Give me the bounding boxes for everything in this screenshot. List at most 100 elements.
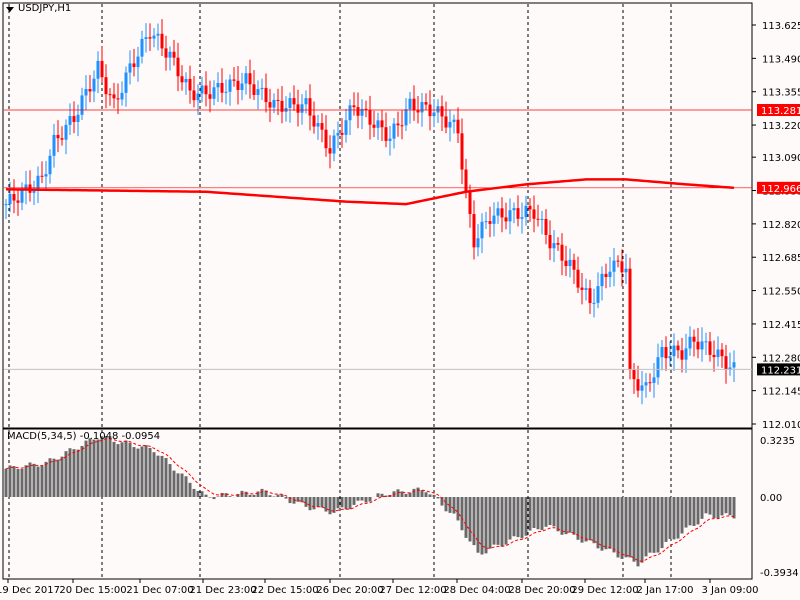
candle [344, 108, 348, 143]
candle [108, 88, 112, 106]
macd-bar [692, 497, 696, 526]
candle [328, 135, 332, 169]
macd-bar [76, 449, 80, 497]
time-tick: 28 Dec 04:00 [443, 585, 510, 596]
candle [164, 35, 168, 71]
macd-bar [196, 490, 200, 497]
candle [276, 88, 280, 115]
candle [368, 95, 372, 140]
time-axis: 19 Dec 2017 20 Dec 15:00 21 Dec 07:0021 De… [0, 579, 758, 596]
candle [700, 327, 704, 362]
macd-bar [624, 497, 628, 558]
candle [372, 110, 376, 137]
candle [432, 98, 436, 128]
macd-bar [4, 468, 8, 497]
candle [76, 104, 80, 137]
candle [640, 371, 644, 405]
macd-bar [144, 445, 148, 497]
candle [580, 273, 584, 305]
candle [32, 180, 36, 206]
price-tick: 112.550 [762, 287, 800, 298]
candle [60, 126, 64, 146]
candle [572, 253, 576, 284]
macd-bar [156, 455, 160, 497]
macd-bar [732, 497, 736, 519]
macd-bar [476, 497, 480, 553]
macd-bar [268, 495, 272, 497]
macd-bar [412, 488, 416, 497]
macd-bar [540, 497, 544, 531]
moving-average-line [5, 178, 735, 206]
candle [440, 95, 444, 131]
menu-triangle-icon[interactable] [6, 7, 14, 12]
macd-bar [652, 497, 656, 553]
macd-bar [228, 496, 232, 497]
time-tick: 27 Dec 12:00 [379, 585, 446, 596]
price-marker: 113.281 [761, 106, 800, 117]
macd-bar [496, 497, 500, 545]
macd-bar [160, 455, 164, 497]
symbol-label: USDJPY,H1 [18, 3, 72, 14]
candle [308, 84, 312, 131]
candle [180, 65, 184, 91]
candle [496, 201, 500, 224]
candle [96, 51, 100, 94]
macd-bar [64, 451, 68, 497]
candle [436, 99, 440, 123]
macd-bar [660, 497, 664, 549]
macd-bar [132, 447, 136, 497]
candle [564, 245, 568, 277]
candle [628, 257, 632, 380]
candle [232, 67, 236, 87]
candle [388, 126, 392, 156]
macd-bar [600, 497, 604, 551]
macd-bar [716, 497, 720, 519]
macd-bar [524, 497, 528, 536]
candle [660, 340, 664, 371]
candle [492, 202, 496, 237]
macd-bar [520, 497, 524, 539]
candle [672, 333, 676, 372]
candle [292, 85, 296, 111]
candle [476, 224, 480, 257]
candle [72, 101, 76, 134]
candle [412, 85, 416, 121]
macd-bar [320, 497, 324, 508]
macd-bar [572, 497, 576, 535]
candle [104, 64, 108, 109]
candle [652, 363, 656, 398]
candle [92, 70, 96, 103]
candle [360, 99, 364, 130]
macd-bar [68, 448, 72, 497]
macd-tick: 0.00 [760, 493, 782, 504]
time-tick: 26 Dec 20:00 [316, 585, 383, 596]
candle [192, 76, 196, 108]
candle [656, 343, 660, 385]
candle [124, 66, 128, 107]
macd-bar [616, 497, 620, 558]
candle [584, 278, 588, 301]
macd-bar [380, 493, 384, 497]
candle [356, 92, 360, 129]
macd-bar [48, 458, 52, 497]
candle [664, 336, 668, 371]
candle [532, 195, 536, 233]
price-chart[interactable]: 113.625 113.490 113.355 113.220 113.090 112.9… [0, 0, 800, 600]
macd-bar [532, 497, 536, 528]
candle [712, 340, 716, 372]
candle [188, 65, 192, 104]
macd-bar [556, 497, 560, 532]
macd-bar [344, 497, 348, 510]
macd-bar [636, 497, 640, 567]
macd-bar [668, 497, 672, 539]
candle [4, 199, 8, 219]
candle [604, 263, 608, 289]
candle [220, 68, 224, 103]
macd-bar [728, 497, 732, 516]
macd-bar [276, 494, 280, 497]
price-marker: 112.231 [761, 365, 800, 376]
macd-bar [428, 494, 432, 497]
macd-bar [552, 497, 556, 527]
macd-bar [420, 490, 424, 497]
macd-bar [664, 497, 668, 542]
